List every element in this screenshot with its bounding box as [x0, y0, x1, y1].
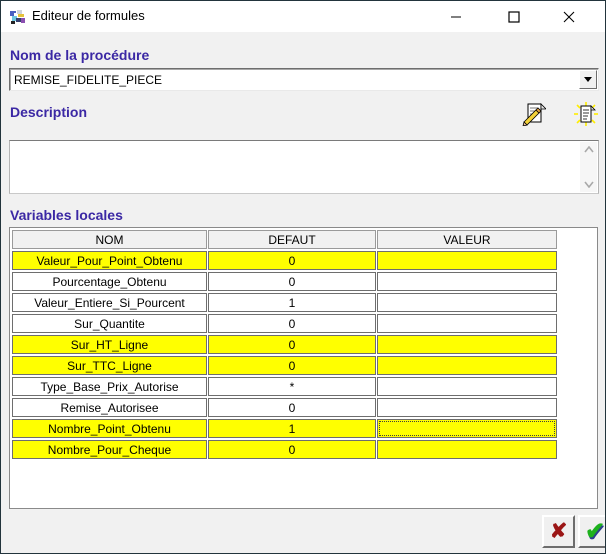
- close-icon: [563, 11, 575, 23]
- cell-nom[interactable]: Nombre_Pour_Cheque: [12, 440, 207, 459]
- scroll-up-icon[interactable]: [584, 146, 594, 153]
- cell-nom[interactable]: Remise_Autorisee: [12, 398, 207, 417]
- cell-nom[interactable]: Valeur_Pour_Point_Obtenu: [12, 251, 207, 270]
- local-variables-label: Variables locales: [10, 207, 123, 223]
- cell-defaut[interactable]: 0: [208, 251, 376, 270]
- cancel-button[interactable]: ✘: [542, 515, 575, 548]
- table-row: Nombre_Pour_Cheque0: [12, 440, 557, 459]
- cell-defaut[interactable]: 0: [208, 335, 376, 354]
- cell-valeur[interactable]: [377, 314, 557, 333]
- variables-table: NOM DEFAUT VALEUR Valeur_Pour_Point_Obte…: [11, 228, 558, 461]
- cell-nom[interactable]: Nombre_Point_Obtenu: [12, 419, 207, 438]
- cell-valeur[interactable]: [377, 398, 557, 417]
- column-header-nom[interactable]: NOM: [12, 230, 207, 249]
- table-row: Sur_Quantite0: [12, 314, 557, 333]
- chevron-down-icon: [584, 77, 592, 82]
- cell-defaut[interactable]: 0: [208, 272, 376, 291]
- table-row: Pourcentage_Obtenu0: [12, 272, 557, 291]
- maximize-icon: [508, 11, 520, 23]
- cell-defaut[interactable]: *: [208, 377, 376, 396]
- cell-nom[interactable]: Pourcentage_Obtenu: [12, 272, 207, 291]
- cell-defaut[interactable]: 1: [208, 293, 376, 312]
- formula-editor-dialog: Editeur de formules Nom de la procédure …: [0, 0, 606, 554]
- procedure-name-value[interactable]: REMISE_FIDELITE_PIECE: [10, 73, 579, 87]
- description-label: Description: [10, 104, 87, 120]
- new-formula-icon[interactable]: [574, 102, 598, 126]
- cell-nom[interactable]: Valeur_Entiere_Si_Pourcent: [12, 293, 207, 312]
- cell-nom[interactable]: Sur_TTC_Ligne: [12, 356, 207, 375]
- cell-valeur[interactable]: [377, 356, 557, 375]
- cell-valeur[interactable]: [377, 377, 557, 396]
- cell-nom[interactable]: Type_Base_Prix_Autorise: [12, 377, 207, 396]
- scroll-down-icon[interactable]: [584, 181, 594, 188]
- cell-nom[interactable]: Sur_HT_Ligne: [12, 335, 207, 354]
- description-scrollbar[interactable]: [580, 142, 597, 192]
- ok-check-icon: ✔: [585, 520, 605, 544]
- close-button[interactable]: [546, 1, 592, 32]
- table-row: Type_Base_Prix_Autorise*: [12, 377, 557, 396]
- cell-defaut[interactable]: 0: [208, 398, 376, 417]
- minimize-icon: [450, 11, 462, 23]
- cell-defaut[interactable]: 0: [208, 440, 376, 459]
- minimize-button[interactable]: [433, 1, 479, 32]
- variables-table-body: Valeur_Pour_Point_Obtenu0Pourcentage_Obt…: [12, 251, 557, 459]
- table-row: Nombre_Point_Obtenu1: [12, 419, 557, 438]
- window-title: Editeur de formules: [32, 8, 145, 23]
- ok-button[interactable]: ✔: [578, 515, 606, 548]
- table-row: Sur_TTC_Ligne0: [12, 356, 557, 375]
- maximize-button[interactable]: [491, 1, 537, 32]
- cell-valeur[interactable]: [377, 251, 557, 270]
- table-row: Valeur_Pour_Point_Obtenu0: [12, 251, 557, 270]
- cell-valeur[interactable]: [377, 440, 557, 459]
- table-row: Valeur_Entiere_Si_Pourcent1: [12, 293, 557, 312]
- table-header-row: NOM DEFAUT VALEUR: [12, 230, 557, 249]
- cell-valeur[interactable]: [377, 293, 557, 312]
- title-bar[interactable]: Editeur de formules: [1, 1, 605, 32]
- column-header-valeur[interactable]: VALEUR: [377, 230, 557, 249]
- cell-valeur[interactable]: [377, 335, 557, 354]
- cell-valeur[interactable]: [377, 272, 557, 291]
- column-header-defaut[interactable]: DEFAUT: [208, 230, 376, 249]
- cancel-x-icon: ✘: [550, 522, 568, 542]
- description-textarea[interactable]: [9, 140, 599, 194]
- formula-app-icon: [10, 9, 26, 25]
- variables-grid: NOM DEFAUT VALEUR Valeur_Pour_Point_Obte…: [9, 227, 598, 509]
- cell-defaut[interactable]: 1: [208, 419, 376, 438]
- cell-nom[interactable]: Sur_Quantite: [12, 314, 207, 333]
- table-row: Sur_HT_Ligne0: [12, 335, 557, 354]
- procedure-name-label: Nom de la procédure: [10, 47, 149, 63]
- cell-defaut[interactable]: 0: [208, 356, 376, 375]
- procedure-name-combobox[interactable]: REMISE_FIDELITE_PIECE: [9, 68, 599, 91]
- edit-formula-icon[interactable]: [522, 102, 546, 126]
- cell-defaut[interactable]: 0: [208, 314, 376, 333]
- table-row: Remise_Autorisee0: [12, 398, 557, 417]
- cell-valeur[interactable]: [377, 419, 557, 438]
- combobox-dropdown-button[interactable]: [579, 70, 597, 89]
